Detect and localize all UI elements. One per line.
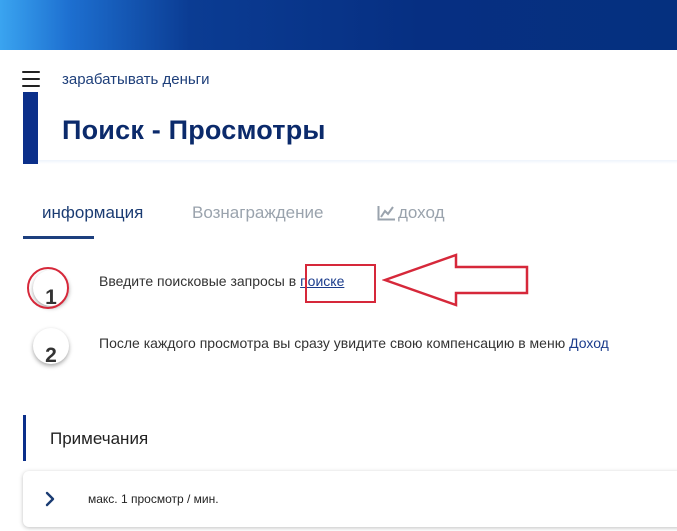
- annotation-rectangle: [305, 264, 376, 303]
- step-number-badge: 2: [33, 328, 69, 366]
- chart-line-icon: [377, 206, 395, 221]
- note-text: макс. 1 просмотр / мин.: [88, 492, 219, 506]
- page-title: Поиск - Просмотры: [62, 115, 326, 145]
- notes-accent-bar: [23, 415, 26, 461]
- hamburger-icon[interactable]: [22, 70, 40, 88]
- note-accordion-item[interactable]: макс. 1 просмотр / мин.: [23, 471, 677, 527]
- active-tab-indicator: [23, 236, 94, 239]
- tab-income-label: доход: [398, 203, 445, 222]
- tab-income[interactable]: доход: [377, 203, 445, 223]
- title-underline: [38, 160, 677, 164]
- notes-title: Примечания: [50, 429, 149, 448]
- tab-bar: информация Вознаграждение доход: [23, 195, 677, 239]
- annotation-arrow-icon: [382, 253, 529, 307]
- annotation-circle: [27, 267, 69, 309]
- breadcrumb[interactable]: зарабатывать деньги: [62, 71, 210, 88]
- tab-information[interactable]: информация: [42, 203, 143, 223]
- top-banner: [0, 0, 677, 50]
- income-link[interactable]: Доход: [569, 335, 609, 351]
- chevron-right-icon: [45, 491, 55, 507]
- step-text: После каждого просмотра вы сразу увидите…: [99, 335, 609, 351]
- title-accent-bar: [23, 92, 38, 164]
- tab-reward[interactable]: Вознаграждение: [192, 203, 323, 223]
